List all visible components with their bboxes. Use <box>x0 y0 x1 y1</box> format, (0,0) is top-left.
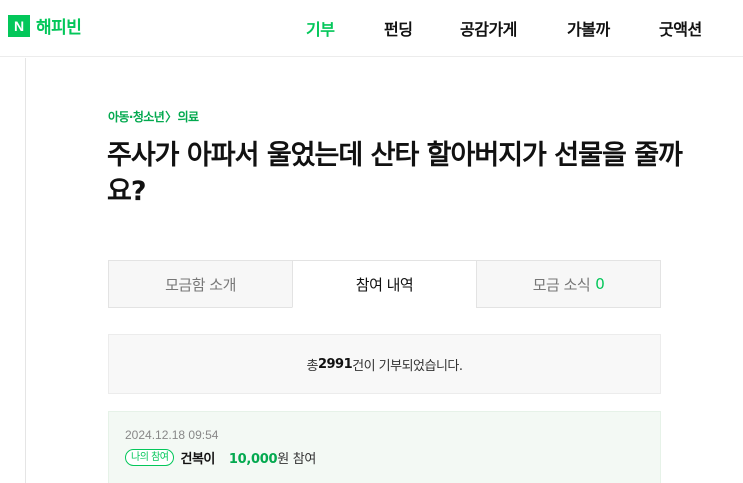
donation-amount: 10,000원 참여 <box>229 448 316 467</box>
content-tabs: 모금함 소개 참여 내역 모금 소식 0 <box>108 260 661 308</box>
nav-item-goodaction[interactable]: 굿액션 <box>659 16 702 40</box>
nav-item-store[interactable]: 공감가게 <box>460 16 517 40</box>
donor-name: 건복이 <box>180 452 215 467</box>
my-participation-badge: 나의 참여 <box>125 449 175 466</box>
tab-news[interactable]: 모금 소식 0 <box>476 260 661 308</box>
summary-count: 2991 <box>317 356 353 372</box>
amount-value: 10,000 <box>228 452 278 467</box>
tab-participation[interactable]: 참여 내역 <box>292 260 477 308</box>
nav-item-explore[interactable]: 가볼까 <box>567 16 610 40</box>
breadcrumb: 아동·청소년〉의료 <box>108 108 199 125</box>
donation-date: 2024.12.18 09:54 <box>125 428 219 442</box>
breadcrumb-separator: 〉 <box>165 110 177 124</box>
nav-item-funding[interactable]: 펀딩 <box>384 16 413 40</box>
tab-label: 참여 내역 <box>355 275 414 294</box>
donation-summary: 총 2991 건이 기부되었습니다. <box>108 334 661 394</box>
page-title: 주사가 아파서 울었는데 산타 할아버지가 선물을 줄까요? <box>107 140 683 207</box>
left-divider <box>25 58 26 483</box>
summary-suffix: 건이 기부되었습니다. <box>352 358 463 374</box>
global-nav: 기부 펀딩 공감가게 가볼까 굿액션 <box>0 16 743 40</box>
tab-label: 모금 소식 <box>532 275 591 294</box>
nav-item-donation[interactable]: 기부 <box>306 16 335 40</box>
tab-introduction[interactable]: 모금함 소개 <box>108 260 293 308</box>
top-header: N 해피빈 기부 펀딩 공감가게 가볼까 굿액션 <box>0 0 743 57</box>
breadcrumb-category[interactable]: 아동·청소년 <box>108 110 165 124</box>
tab-label: 모금함 소개 <box>165 275 236 294</box>
amount-suffix: 원 참여 <box>277 452 317 467</box>
breadcrumb-subcategory[interactable]: 의료 <box>178 110 199 124</box>
news-count-badge: 0 <box>595 275 605 293</box>
donation-row: 나의 참여 건복이 10,000원 참여 <box>125 448 316 467</box>
summary-prefix: 총 <box>306 358 318 374</box>
list-item: 2024.12.18 09:54 나의 참여 건복이 10,000원 참여 <box>108 411 661 483</box>
